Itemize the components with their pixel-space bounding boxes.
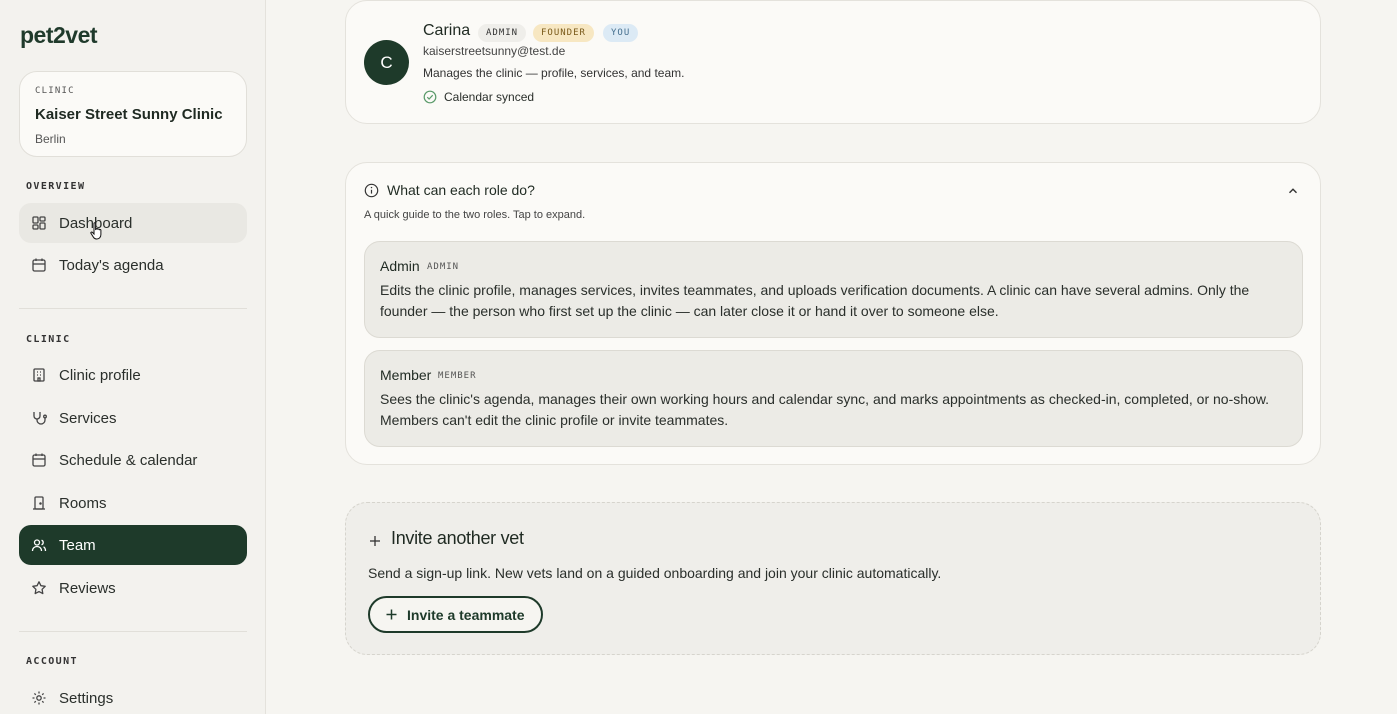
- sidebar-item-team[interactable]: Team: [19, 525, 247, 565]
- sidebar-item-label: Team: [59, 536, 96, 554]
- pointer-cursor-icon: [89, 221, 105, 241]
- calendar-status-text: Calendar synced: [444, 90, 535, 104]
- door-icon: [31, 495, 47, 511]
- sidebar-item-dashboard[interactable]: Dashboard: [19, 203, 247, 243]
- sidebar-item-label: Settings: [59, 689, 114, 707]
- sidebar-item-label: Reviews: [59, 579, 116, 597]
- invite-title: Invite another vet: [368, 528, 524, 549]
- role-tag: MEMBER: [438, 371, 477, 381]
- you-badge: YOU: [603, 24, 639, 42]
- role-title: Member: [380, 367, 432, 383]
- role-tag: ADMIN: [427, 262, 460, 272]
- section-label-account: ACCOUNT: [26, 656, 78, 667]
- sidebar-divider: [19, 631, 247, 632]
- sidebar-divider: [19, 308, 247, 309]
- invite-description: Send a sign-up link. New vets land on a …: [368, 565, 942, 581]
- sidebar-item-clinic-profile[interactable]: Clinic profile: [19, 355, 247, 395]
- calendar-status: Calendar synced: [423, 90, 534, 104]
- section-label-overview: OVERVIEW: [26, 181, 86, 192]
- roles-help-subtitle: A quick guide to the two roles. Tap to e…: [364, 209, 586, 221]
- member-description: Manages the clinic — profile, services, …: [423, 66, 685, 80]
- sidebar-item-settings[interactable]: Settings: [19, 678, 247, 714]
- invite-button-label: Invite a teammate: [407, 606, 525, 623]
- roles-help-title: What can each role do?: [387, 182, 535, 198]
- member-name: Carina: [423, 22, 471, 39]
- sidebar-item-services[interactable]: Services: [19, 398, 247, 438]
- invite-teammate-button[interactable]: Invite a teammate: [368, 596, 543, 633]
- star-icon: [31, 580, 47, 596]
- team-member-card: C Carina ADMIN FOUNDER YOU kaiserstreets…: [345, 0, 1321, 124]
- sidebar: pet2vet CLINIC Kaiser Street Sunny Clini…: [0, 0, 266, 714]
- sidebar-item-schedule[interactable]: Schedule & calendar: [19, 440, 247, 480]
- role-description: Sees the clinic's agenda, manages their …: [380, 391, 1270, 428]
- sidebar-item-label: Clinic profile: [59, 366, 141, 384]
- sidebar-item-label: Today's agenda: [59, 256, 164, 274]
- users-icon: [31, 537, 47, 553]
- sidebar-item-reviews[interactable]: Reviews: [19, 568, 247, 608]
- avatar: C: [364, 40, 409, 85]
- section-label-clinic: CLINIC: [26, 334, 71, 345]
- roles-help-toggle[interactable]: What can each role do?: [364, 182, 535, 198]
- member-email: kaiserstreetsunny@test.de: [423, 44, 566, 58]
- building-icon: [31, 367, 47, 383]
- plus-icon: [385, 608, 398, 621]
- chevron-up-icon[interactable]: [1286, 184, 1300, 198]
- sidebar-item-label: Rooms: [59, 494, 107, 512]
- check-circle-icon: [423, 90, 437, 104]
- gear-icon: [31, 690, 47, 706]
- sidebar-item-agenda[interactable]: Today's agenda: [19, 245, 247, 285]
- sidebar-item-rooms[interactable]: Rooms: [19, 483, 247, 523]
- app-logo[interactable]: pet2vet: [20, 22, 98, 49]
- calendar-icon: [31, 257, 47, 273]
- roles-help-panel: What can each role do? A quick guide to …: [345, 162, 1321, 465]
- role-description: Edits the clinic profile, manages servic…: [380, 282, 1250, 319]
- calendar-icon: [31, 452, 47, 468]
- clinic-card-caption: CLINIC: [35, 86, 75, 96]
- invite-panel: Invite another vet Send a sign-up link. …: [345, 502, 1321, 655]
- role-card-admin[interactable]: Admin ADMIN Edits the clinic profile, ma…: [364, 241, 1303, 338]
- plus-icon: [368, 532, 382, 546]
- clinic-city: Berlin: [35, 132, 66, 146]
- invite-title-text: Invite another vet: [391, 528, 524, 548]
- info-icon: [364, 183, 379, 198]
- clinic-switcher[interactable]: CLINIC Kaiser Street Sunny Clinic Berlin: [19, 71, 247, 157]
- founder-badge: FOUNDER: [533, 24, 594, 42]
- role-card-member[interactable]: Member MEMBER Sees the clinic's agenda, …: [364, 350, 1303, 447]
- stethoscope-icon: [31, 410, 47, 426]
- role-badge-admin: ADMIN: [478, 24, 527, 42]
- role-title: Admin: [380, 258, 420, 274]
- clinic-name: Kaiser Street Sunny Clinic: [35, 106, 223, 123]
- sidebar-item-label: Schedule & calendar: [59, 451, 198, 469]
- dashboard-icon: [31, 215, 47, 231]
- sidebar-item-label: Services: [59, 409, 117, 427]
